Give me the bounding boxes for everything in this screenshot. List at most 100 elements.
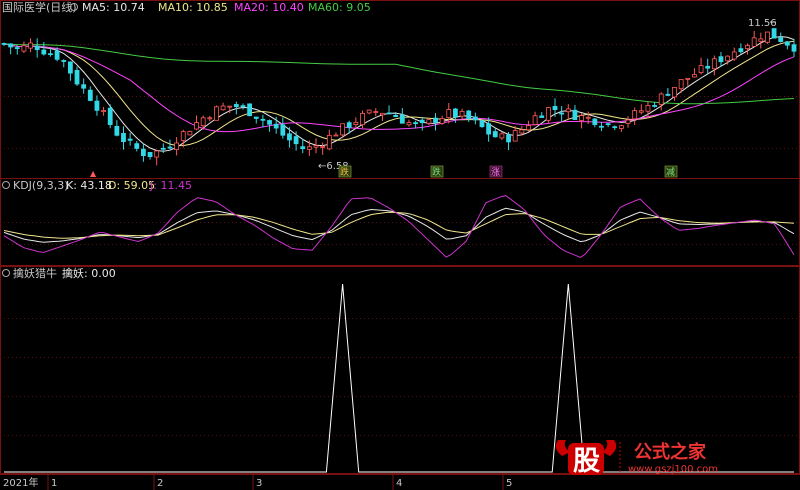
- candle-body: [711, 58, 717, 70]
- candle-body: [167, 146, 173, 149]
- candle-body: [200, 117, 206, 127]
- candle-body: [353, 121, 359, 126]
- main-header: 国际医学(日线) MA5: 10.74 MA10: 10.85 MA20: 10…: [2, 0, 371, 14]
- candle-body: [791, 44, 797, 52]
- candle-body: [360, 113, 365, 126]
- candle-body: [419, 119, 425, 124]
- candle-body: [313, 145, 319, 148]
- candle-body: [154, 150, 160, 158]
- candle-body: [280, 124, 286, 136]
- candle-body: [300, 146, 306, 150]
- candle-body: [194, 122, 199, 130]
- candle-body: [718, 56, 724, 63]
- stock-title: 国际医学(日线): [2, 0, 77, 14]
- candle-body: [233, 104, 239, 107]
- candle-body: [499, 133, 505, 139]
- candle-body: [784, 41, 790, 46]
- candle-body: [399, 114, 405, 124]
- logo-badge-text: 股: [573, 446, 600, 477]
- candle-body: [14, 47, 20, 50]
- candle-body: [771, 28, 777, 39]
- signal-marker-2: 跌: [430, 165, 444, 178]
- candle-body: [698, 65, 704, 73]
- candle-body: [605, 123, 611, 126]
- candle-body: [41, 49, 47, 55]
- candle-body: [599, 125, 604, 128]
- candle-body: [672, 87, 677, 98]
- kdj-header: KDJ(9,3,3) K: 43.18 D: 59.05 J: 11.45: [2, 179, 192, 192]
- candle-body: [486, 123, 492, 135]
- candle-body: [8, 43, 14, 48]
- candle-body: [214, 106, 219, 121]
- candle-body: [526, 125, 531, 131]
- candle-body: [121, 133, 126, 142]
- candle-body: [585, 116, 591, 119]
- candle-body: [638, 110, 644, 113]
- candle-body: [260, 118, 266, 121]
- candle-body: [778, 37, 784, 42]
- candle-body: [306, 146, 312, 150]
- candle-body: [685, 77, 691, 80]
- kdj-title: KDJ(9,3,3): [13, 179, 69, 192]
- svg-text:跌: 跌: [432, 167, 441, 178]
- candle-body: [678, 79, 684, 90]
- candle-body: [207, 117, 213, 120]
- candle-body: [539, 115, 545, 118]
- candle-body: [738, 48, 744, 53]
- candle-body: [174, 142, 180, 150]
- candle-body: [519, 129, 525, 134]
- candle-body: [380, 112, 385, 116]
- candle-body: [28, 42, 33, 49]
- candle-body: [751, 37, 757, 47]
- candle-body: [293, 136, 299, 145]
- ma10-indicator: MA10: 10.85: [158, 1, 228, 14]
- candle-body: [107, 107, 113, 125]
- candle-body: [320, 146, 326, 148]
- candle-body: [366, 109, 372, 114]
- candle-body: [160, 147, 166, 150]
- candle-body: [479, 120, 485, 128]
- stock-chart: 国际医学(日线) MA5: 10.74 MA10: 10.85 MA20: 10…: [0, 0, 800, 490]
- candle-body: [340, 123, 345, 136]
- candle-body: [413, 122, 418, 125]
- logo-title: 公式之家: [634, 441, 707, 463]
- logo-watermark: 股 公式之家 www.gszj100.com: [555, 440, 718, 477]
- candle-body: [492, 131, 498, 138]
- kdj-k-value: K: 43.18: [66, 179, 112, 192]
- candle-body: [240, 105, 246, 108]
- signal-value: 擒妖: 0.00: [62, 266, 116, 280]
- x-label-5: 5: [506, 478, 512, 489]
- candle-body: [247, 103, 253, 117]
- candle-body: [658, 93, 664, 105]
- candle-body: [326, 134, 332, 150]
- x-label-4: 4: [396, 478, 402, 489]
- candle-body: [453, 108, 458, 118]
- candle-body: [592, 118, 598, 125]
- candle-body: [433, 117, 438, 123]
- candle-body: [446, 109, 452, 119]
- candle-body: [692, 74, 697, 78]
- candle-body: [180, 131, 186, 141]
- candle-body: [426, 119, 432, 124]
- candle-body: [1, 43, 7, 45]
- candle-body: [147, 152, 153, 158]
- x-label-year: 2021年: [3, 476, 38, 489]
- candle-body: [34, 45, 40, 51]
- ma5-indicator: MA5: 10.74: [82, 1, 145, 14]
- candle-body: [74, 70, 80, 85]
- kdj-d-value: D: 59.05: [108, 179, 155, 192]
- candle-body: [393, 114, 399, 118]
- candle-body: [645, 105, 651, 112]
- candle-body: [705, 65, 711, 69]
- candle-body: [94, 100, 100, 111]
- kdj-j-value: J: 11.45: [149, 179, 192, 192]
- signal-title: 擒妖猎牛: [13, 266, 57, 280]
- candle-body: [386, 112, 392, 115]
- candle-body: [134, 143, 140, 149]
- candle-body: [652, 105, 657, 107]
- candle-body: [459, 111, 465, 117]
- candle-body: [333, 134, 339, 137]
- candle-body: [532, 115, 538, 125]
- signal-marker-3: 涨: [489, 165, 503, 178]
- ma20-indicator: MA20: 10.40: [234, 1, 304, 14]
